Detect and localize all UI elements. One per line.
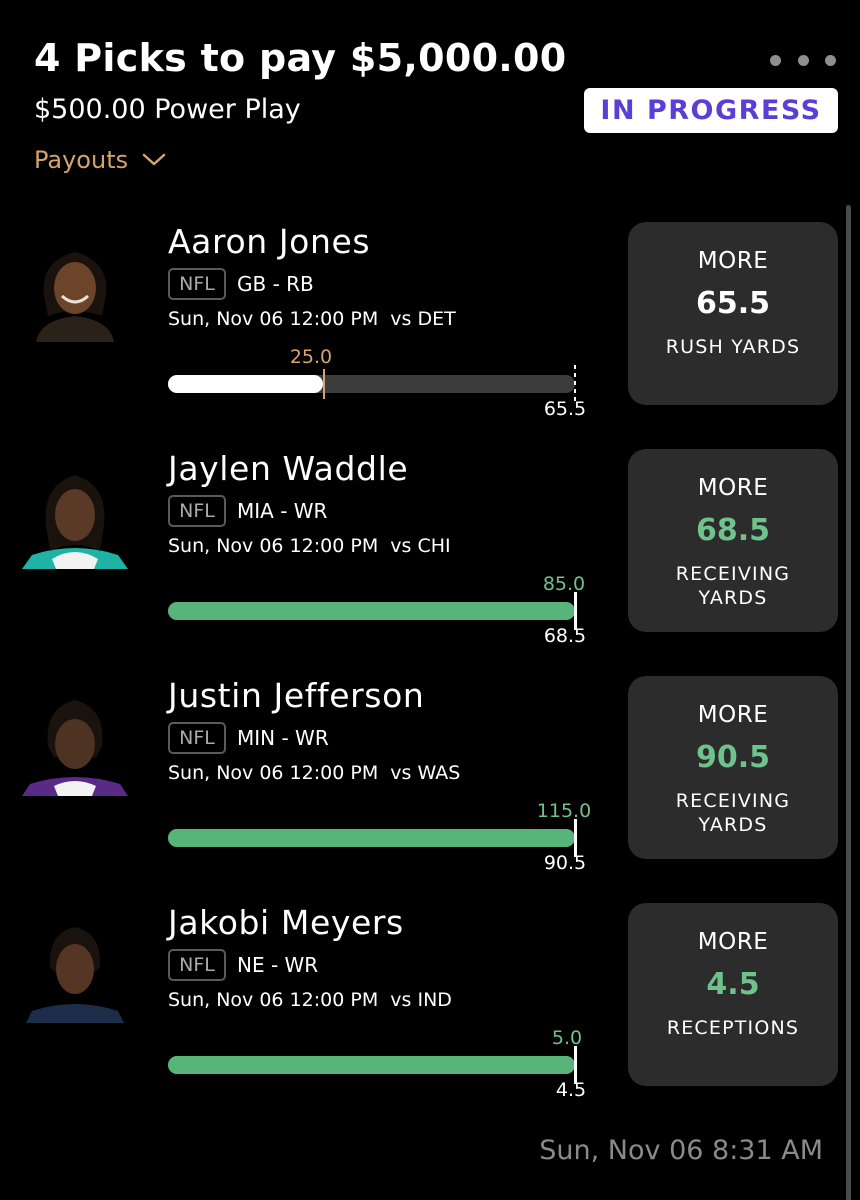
current-stat-value: 5.0 bbox=[551, 1027, 583, 1049]
line-value: 65.5 bbox=[543, 398, 587, 420]
player-name: Jakobi Meyers bbox=[168, 903, 404, 942]
team-position: MIA - WR bbox=[237, 499, 328, 523]
line-value: 90.5 bbox=[543, 852, 587, 874]
projection-card[interactable]: MORE 65.5 RUSH YARDS bbox=[628, 222, 838, 405]
player-name: Jaylen Waddle bbox=[168, 449, 409, 488]
projection-line: 65.5 bbox=[695, 286, 771, 321]
current-stat-value: 115.0 bbox=[536, 800, 592, 822]
game-info: Sun, Nov 06 12:00 PM vs WAS bbox=[168, 762, 461, 784]
player-avatar bbox=[22, 463, 128, 569]
progress-fill bbox=[168, 829, 575, 847]
current-stat-value: 85.0 bbox=[542, 573, 586, 595]
projection-stat: RECEIVING YARDS bbox=[675, 790, 791, 836]
game-info: Sun, Nov 06 12:00 PM vs CHI bbox=[168, 535, 451, 557]
current-stat-value: 25.0 bbox=[289, 346, 333, 368]
game-info: Sun, Nov 06 12:00 PM vs DET bbox=[168, 308, 456, 330]
status-badge: IN PROGRESS bbox=[584, 88, 838, 133]
projection-card[interactable]: MORE 4.5 RECEPTIONS bbox=[628, 903, 838, 1086]
line-value: 68.5 bbox=[543, 625, 587, 647]
game-info: Sun, Nov 06 12:00 PM vs IND bbox=[168, 989, 452, 1011]
player-avatar bbox=[22, 917, 128, 1023]
league-tag: NFL bbox=[168, 495, 226, 527]
pick-card[interactable]: Jaylen Waddle NFL MIA - WR Sun, Nov 06 1… bbox=[0, 449, 846, 676]
projection-stat: RUSH YARDS bbox=[665, 336, 801, 358]
pick-card[interactable]: Aaron Jones NFL GB - RB Sun, Nov 06 12:0… bbox=[0, 222, 846, 449]
current-marker bbox=[323, 369, 326, 399]
progress-bar bbox=[168, 602, 575, 620]
chevron-down-icon bbox=[142, 153, 166, 167]
progress-fill bbox=[168, 602, 575, 620]
team-position: NE - WR bbox=[237, 953, 319, 977]
progress-bar bbox=[168, 1056, 575, 1074]
progress-fill bbox=[168, 1056, 575, 1074]
more-options-icon[interactable] bbox=[770, 52, 836, 68]
payouts-label: Payouts bbox=[34, 146, 129, 174]
projection-direction: MORE bbox=[697, 248, 769, 274]
payouts-toggle[interactable]: Payouts bbox=[34, 146, 166, 174]
pick-card[interactable]: Jakobi Meyers NFL NE - WR Sun, Nov 06 12… bbox=[0, 903, 846, 1130]
projection-direction: MORE bbox=[697, 475, 769, 501]
projection-direction: MORE bbox=[697, 929, 769, 955]
player-avatar bbox=[22, 690, 128, 796]
scrollbar[interactable] bbox=[846, 205, 851, 1200]
projection-card[interactable]: MORE 90.5 RECEIVING YARDS bbox=[628, 676, 838, 859]
projection-line: 4.5 bbox=[706, 967, 760, 1002]
player-name: Justin Jefferson bbox=[168, 676, 425, 715]
league-tag: NFL bbox=[168, 268, 226, 300]
player-name: Aaron Jones bbox=[168, 222, 371, 261]
timestamp: Sun, Nov 06 8:31 AM bbox=[539, 1135, 823, 1166]
projection-stat: RECEIVING YARDS bbox=[675, 563, 791, 609]
pick-card[interactable]: Justin Jefferson NFL MIN - WR Sun, Nov 0… bbox=[0, 676, 846, 903]
projection-line: 68.5 bbox=[695, 513, 771, 548]
progress-bar bbox=[168, 829, 575, 847]
league-tag: NFL bbox=[168, 722, 226, 754]
progress-bar bbox=[168, 369, 575, 399]
projection-stat: RECEPTIONS bbox=[666, 1017, 800, 1039]
league-tag: NFL bbox=[168, 949, 226, 981]
progress-fill bbox=[168, 375, 324, 393]
projection-line: 90.5 bbox=[695, 740, 771, 775]
line-value: 4.5 bbox=[555, 1079, 587, 1101]
team-position: GB - RB bbox=[237, 272, 314, 296]
team-position: MIN - WR bbox=[237, 726, 329, 750]
player-avatar bbox=[22, 236, 128, 342]
entry-title: 4 Picks to pay $5,000.00 bbox=[34, 36, 567, 80]
entry-subtitle: $500.00 Power Play bbox=[34, 94, 301, 125]
projection-direction: MORE bbox=[697, 702, 769, 728]
projection-card[interactable]: MORE 68.5 RECEIVING YARDS bbox=[628, 449, 838, 632]
